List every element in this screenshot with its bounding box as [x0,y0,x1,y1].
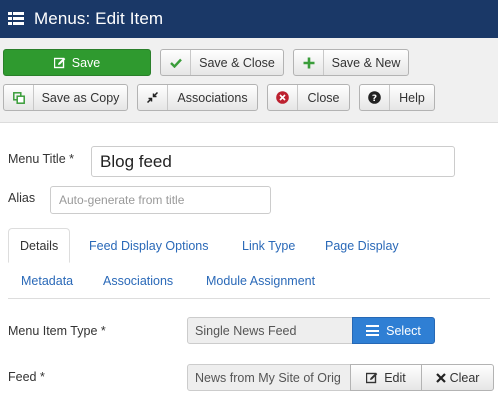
alias-input[interactable]: Auto-generate from title [50,186,271,214]
help-label: Help [399,90,425,105]
tab-module-assignment[interactable]: Module Assignment [206,274,315,288]
help-button[interactable]: ? Help [359,84,435,111]
close-circle-icon [268,85,298,110]
close-button[interactable]: Close [267,84,350,111]
select-label: Select [386,323,421,338]
menu-item-type-field: Single News Feed [187,317,353,344]
close-label: Close [307,90,340,105]
contract-icon [138,85,168,110]
menu-item-type-label: Menu Item Type * [8,324,106,338]
list-icon [366,325,380,336]
copy-icon [4,85,34,110]
associations-label: Associations [177,90,248,105]
save-as-copy-button[interactable]: Save as Copy [3,84,128,111]
save-close-button[interactable]: Save & Close [160,49,284,76]
save-as-copy-label: Save as Copy [41,90,120,105]
save-new-label: Save & New [331,55,401,70]
menu-list-icon [8,12,24,26]
clear-button[interactable]: Clear [421,364,494,391]
tab-associations[interactable]: Associations [103,274,173,288]
tab-details[interactable]: Details [8,228,71,263]
menu-title-label: Menu Title * [8,152,75,166]
save-new-button[interactable]: Save & New [293,49,409,76]
save-close-label: Save & Close [199,55,275,70]
tab-feed-display-options[interactable]: Feed Display Options [89,239,209,253]
close-x-icon [435,372,446,383]
title-bar: Menus: Edit Item [0,0,498,38]
tab-metadata[interactable]: Metadata [21,274,73,288]
toolbar: Save Save & Close Save & New Save as Cop… [0,38,498,123]
svg-text:?: ? [372,94,377,104]
question-circle-icon: ? [360,85,390,110]
check-icon [161,50,191,75]
associations-button[interactable]: Associations [137,84,258,111]
feed-label: Feed * [8,370,45,384]
edit-icon [53,50,66,75]
save-button[interactable]: Save [3,49,151,76]
menu-title-input[interactable]: Blog feed [91,146,455,177]
clear-label: Clear [449,370,480,385]
page-title: Menus: Edit Item [34,9,164,28]
tab-divider [8,298,490,299]
edit-label: Edit [384,370,406,385]
edit-button[interactable]: Edit [350,364,422,391]
tab-link-type[interactable]: Link Type [242,239,295,253]
edit-icon [366,372,378,384]
select-button[interactable]: Select [352,317,435,344]
feed-field: News from My Site of Orig [187,364,351,391]
save-label: Save [71,55,101,70]
alias-label: Alias [8,191,36,205]
plus-icon [294,50,324,75]
tab-page-display[interactable]: Page Display [325,239,399,253]
